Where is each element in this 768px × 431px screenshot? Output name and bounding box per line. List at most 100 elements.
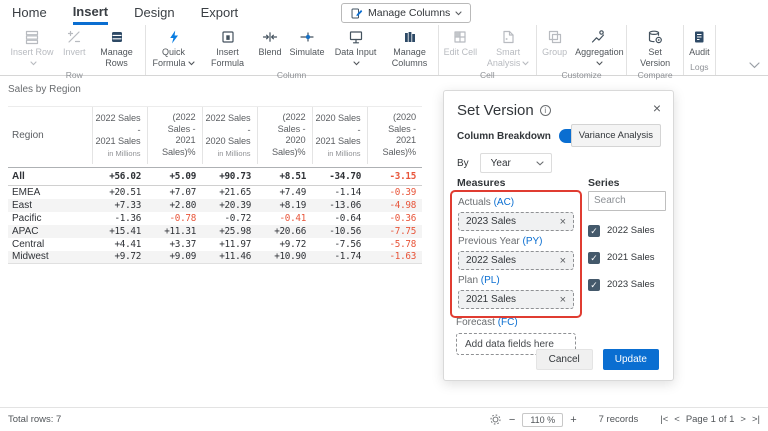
value-cell[interactable]: +7.33 bbox=[92, 199, 147, 212]
quick-formula-button[interactable]: Quick Formula bbox=[147, 25, 201, 69]
value-cell[interactable]: -1.63 bbox=[367, 251, 422, 264]
value-cell[interactable]: -0.72 bbox=[202, 212, 257, 225]
column-header[interactable]: 2020 Sales -2021 Salesin Millions bbox=[312, 107, 367, 164]
checkbox-checked-icon[interactable]: ✓ bbox=[588, 225, 600, 237]
value-cell[interactable]: +7.07 bbox=[147, 186, 202, 199]
table-row[interactable]: Pacific-1.36-0.78-0.72-0.41-0.64-0.36 bbox=[8, 212, 422, 225]
column-header[interactable]: (2020 Sales -2021 Sales)% bbox=[367, 107, 422, 164]
column-header[interactable]: 2022 Sales -2020 Salesin Millions bbox=[202, 107, 257, 164]
value-cell[interactable]: +4.41 bbox=[92, 238, 147, 251]
value-cell[interactable]: +3.37 bbox=[147, 238, 202, 251]
table-row[interactable]: APAC+15.41+11.31+25.98+20.66-10.56-7.75 bbox=[8, 225, 422, 238]
region-cell[interactable]: Central bbox=[8, 238, 92, 251]
collapse-ribbon-chevron-icon[interactable] bbox=[749, 56, 760, 74]
value-cell[interactable]: -0.64 bbox=[312, 212, 367, 225]
value-cell[interactable]: -7.75 bbox=[367, 225, 422, 238]
manage-columns-button[interactable]: Manage Columns bbox=[383, 25, 437, 69]
value-cell[interactable]: +5.09 bbox=[147, 168, 202, 186]
value-cell[interactable]: +2.80 bbox=[147, 199, 202, 212]
zoom-level-value[interactable]: 110 % bbox=[522, 413, 563, 427]
set-version-button[interactable]: Set Version bbox=[628, 25, 682, 69]
value-cell[interactable]: -1.74 bbox=[312, 251, 367, 264]
value-cell[interactable]: -7.56 bbox=[312, 238, 367, 251]
remove-icon[interactable]: × bbox=[560, 216, 566, 228]
measure-token[interactable]: 2023 Sales× bbox=[458, 212, 574, 231]
data-input-button[interactable]: Data Input bbox=[329, 25, 383, 69]
value-cell[interactable]: -10.56 bbox=[312, 225, 367, 238]
value-cell[interactable]: -0.41 bbox=[257, 212, 312, 225]
cancel-button[interactable]: Cancel bbox=[536, 349, 593, 370]
manage-rows-button[interactable]: Manage Rows bbox=[90, 25, 144, 69]
series-checkbox-item[interactable]: ✓2022 Sales bbox=[588, 225, 666, 237]
value-cell[interactable]: +8.19 bbox=[257, 199, 312, 212]
column-header[interactable]: (2022 Sales -2021 Sales)% bbox=[147, 107, 202, 164]
region-cell[interactable]: Midwest bbox=[8, 251, 92, 264]
column-header[interactable]: 2022 Sales -2021 Salesin Millions bbox=[92, 107, 147, 164]
value-cell[interactable]: +21.65 bbox=[202, 186, 257, 199]
info-icon[interactable]: i bbox=[540, 105, 551, 116]
value-cell[interactable]: -13.06 bbox=[312, 199, 367, 212]
value-cell[interactable]: +11.31 bbox=[147, 225, 202, 238]
by-year-select[interactable]: Year bbox=[480, 153, 552, 173]
table-row[interactable]: EMEA+20.51+7.07+21.65+7.49-1.14-0.39 bbox=[8, 186, 422, 199]
region-cell[interactable]: East bbox=[8, 199, 92, 212]
close-icon[interactable]: × bbox=[653, 100, 661, 116]
value-cell[interactable]: -4.98 bbox=[367, 199, 422, 212]
tab-design[interactable]: Design bbox=[134, 0, 174, 25]
value-cell[interactable]: +25.98 bbox=[202, 225, 257, 238]
value-cell[interactable]: +7.49 bbox=[257, 186, 312, 199]
insert-formula-button[interactable]: Insert Formula bbox=[201, 25, 255, 69]
value-cell[interactable]: +8.51 bbox=[257, 168, 312, 186]
region-cell[interactable]: EMEA bbox=[8, 186, 92, 199]
value-cell[interactable]: +10.90 bbox=[257, 251, 312, 264]
tab-home[interactable]: Home bbox=[12, 0, 47, 25]
measure-token[interactable]: 2021 Sales× bbox=[458, 290, 574, 309]
value-cell[interactable]: +9.72 bbox=[257, 238, 312, 251]
value-cell[interactable]: +90.73 bbox=[202, 168, 257, 186]
value-cell[interactable]: -34.70 bbox=[312, 168, 367, 186]
value-cell[interactable]: +20.51 bbox=[92, 186, 147, 199]
table-row[interactable]: All+56.02+5.09+90.73+8.51-34.70-3.15 bbox=[8, 168, 422, 186]
value-cell[interactable]: +20.66 bbox=[257, 225, 312, 238]
tab-insert[interactable]: Insert bbox=[73, 0, 108, 25]
value-cell[interactable]: +9.09 bbox=[147, 251, 202, 264]
measure-token[interactable]: 2022 Sales× bbox=[458, 251, 574, 270]
last-page-button[interactable]: >| bbox=[752, 414, 760, 425]
value-cell[interactable]: +15.41 bbox=[92, 225, 147, 238]
value-cell[interactable]: +9.72 bbox=[92, 251, 147, 264]
zoom-in-button[interactable]: + bbox=[570, 414, 576, 426]
first-page-button[interactable]: |< bbox=[660, 414, 668, 425]
previous-page-button[interactable]: < bbox=[674, 414, 680, 425]
value-cell[interactable]: -1.14 bbox=[312, 186, 367, 199]
value-cell[interactable]: +20.39 bbox=[202, 199, 257, 212]
table-row[interactable]: Midwest+9.72+9.09+11.46+10.90-1.74-1.63 bbox=[8, 251, 422, 264]
value-cell[interactable]: -5.78 bbox=[367, 238, 422, 251]
series-checkbox-item[interactable]: ✓2023 Sales bbox=[588, 279, 666, 291]
remove-icon[interactable]: × bbox=[560, 294, 566, 306]
remove-icon[interactable]: × bbox=[560, 255, 566, 267]
table-row[interactable]: Central+4.41+3.37+11.97+9.72-7.56-5.78 bbox=[8, 238, 422, 251]
aggregation-button[interactable]: Aggregation bbox=[571, 25, 625, 69]
value-cell[interactable]: -3.15 bbox=[367, 168, 422, 186]
column-header[interactable]: (2022 Sales -2020 Sales)% bbox=[257, 107, 312, 164]
table-row[interactable]: East+7.33+2.80+20.39+8.19-13.06-4.98 bbox=[8, 199, 422, 212]
region-cell[interactable]: APAC bbox=[8, 225, 92, 238]
value-cell[interactable]: +56.02 bbox=[92, 168, 147, 186]
region-cell[interactable]: Pacific bbox=[8, 212, 92, 225]
region-cell[interactable]: All bbox=[8, 168, 92, 186]
value-cell[interactable]: +11.46 bbox=[202, 251, 257, 264]
value-cell[interactable]: -0.36 bbox=[367, 212, 422, 225]
blend-button[interactable]: Blend bbox=[255, 25, 286, 58]
zoom-out-button[interactable]: − bbox=[509, 414, 515, 426]
variance-analysis-button[interactable]: Variance Analysis bbox=[571, 124, 661, 147]
column-header-region[interactable]: Region bbox=[8, 107, 92, 164]
manage-columns-dropdown[interactable]: Manage Columns bbox=[341, 3, 471, 23]
value-cell[interactable]: -0.39 bbox=[367, 186, 422, 199]
checkbox-checked-icon[interactable]: ✓ bbox=[588, 279, 600, 291]
checkbox-checked-icon[interactable]: ✓ bbox=[588, 252, 600, 264]
simulate-button[interactable]: Simulate bbox=[286, 25, 329, 58]
update-button[interactable]: Update bbox=[603, 349, 659, 370]
next-page-button[interactable]: > bbox=[740, 414, 746, 425]
audit-button[interactable]: Audit bbox=[685, 25, 714, 58]
value-cell[interactable]: -1.36 bbox=[92, 212, 147, 225]
